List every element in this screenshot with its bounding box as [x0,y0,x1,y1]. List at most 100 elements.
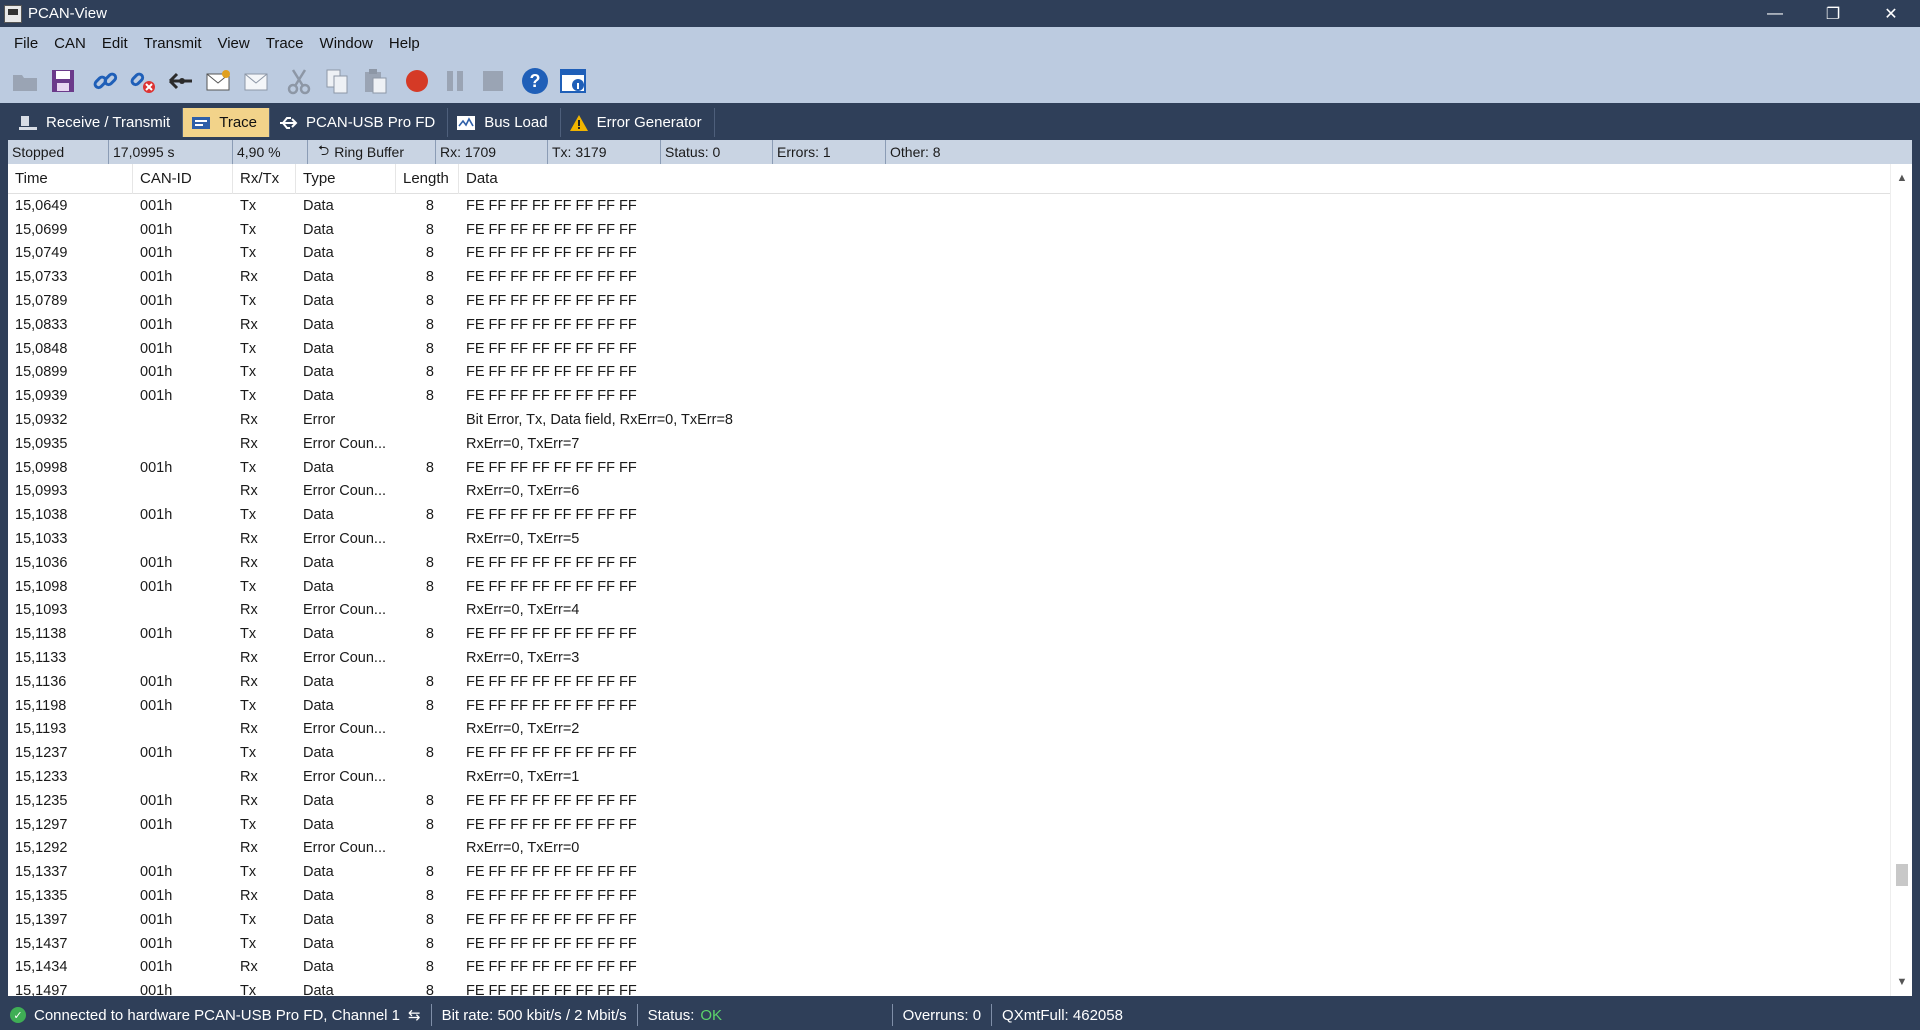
table-row[interactable]: 15,1397 001h Tx Data 8 FE FF FF FF FF FF FF F… [8,908,1888,932]
grid-header: Time CAN-ID Rx/Tx Type Length Data [8,164,1912,194]
column-data[interactable]: Data [459,164,1889,194]
row-rx-tx: Tx [240,388,257,405]
table-row[interactable]: 15,0699 001h Tx Data 8 FE FF FF FF FF FF FF F… [8,218,1888,242]
tab-pcan-usb-pro-fd[interactable]: PCAN-USB Pro FD [270,108,449,137]
table-row[interactable]: 15,1033 Rx Error Coun... RxErr=0, TxErr=5 [8,527,1888,551]
row-type: Data [303,935,334,952]
column-type[interactable]: Type [296,164,396,194]
table-row[interactable]: 15,1193 Rx Error Coun... RxErr=0, TxErr=2 [8,718,1888,742]
table-row[interactable]: 15,1038 001h Tx Data 8 FE FF FF FF FF FF FF F… [8,503,1888,527]
tab-receive-transmit[interactable]: Receive / Transmit [10,108,184,137]
table-row[interactable]: 15,1235 001h Rx Data 8 FE FF FF FF FF FF FF F… [8,789,1888,813]
reset-button[interactable] [162,63,200,99]
table-row[interactable]: 15,0932 Rx Error Bit Error, Tx, Data field,… [8,408,1888,432]
table-row[interactable]: 15,1093 Rx Error Coun... RxErr=0, TxErr=4 [8,599,1888,623]
edit-message-button[interactable] [238,63,276,99]
scroll-thumb[interactable] [1896,864,1908,886]
row-length: 8 [425,459,434,476]
menu-can[interactable]: CAN [46,35,94,52]
menu-view[interactable]: View [209,35,257,52]
tab-bar: Receive / Transmit Trace PCAN-USB Pro FD… [0,103,1920,137]
table-row[interactable]: 15,1136 001h Rx Data 8 FE FF FF FF FF FF FF F… [8,670,1888,694]
row-data: RxErr=0, TxErr=3 [466,650,580,667]
unlink-icon [130,72,155,93]
menu-help[interactable]: Help [381,35,428,52]
scroll-down-icon[interactable]: ▼ [1891,972,1912,992]
table-row[interactable]: 15,0939 001h Tx Data 8 FE FF FF FF FF FF FF F… [8,384,1888,408]
row-length: 8 [425,197,434,214]
table-row[interactable]: 15,0848 001h Tx Data 8 FE FF FF FF FF FF FF F… [8,337,1888,361]
table-row[interactable]: 15,0733 001h Rx Data 8 FE FF FF FF FF FF FF F… [8,265,1888,289]
column-can-id[interactable]: CAN-ID [133,164,233,194]
table-row[interactable]: 15,1335 001h Rx Data 8 FE FF FF FF FF FF FF F… [8,884,1888,908]
scroll-up-icon[interactable]: ▲ [1891,168,1912,188]
stop-button[interactable] [474,63,512,99]
menu-transmit[interactable]: Transmit [136,35,210,52]
column-time[interactable]: Time [8,164,133,194]
receive-transmit-icon [18,114,38,132]
row-rx-tx: Tx [240,197,257,214]
window-title: PCAN-View [28,5,107,22]
table-row[interactable]: 15,0935 Rx Error Coun... RxErr=0, TxErr=7 [8,432,1888,456]
record-button[interactable] [398,63,436,99]
about-button[interactable] [554,63,592,99]
open-button[interactable] [6,63,44,99]
trace-rows: 15,0649 001h Tx Data 8 FE FF FF FF FF FF FF F… [8,194,1888,996]
table-row[interactable]: 15,1138 001h Tx Data 8 FE FF FF FF FF FF FF F… [8,622,1888,646]
tab-trace[interactable]: Trace [183,108,271,137]
disconnect-button[interactable] [124,63,162,99]
menu-edit[interactable]: Edit [94,35,136,52]
row-can-id: 001h [140,626,173,643]
connect-button[interactable] [86,63,124,99]
table-row[interactable]: 15,0899 001h Tx Data 8 FE FF FF FF FF FF FF F… [8,361,1888,385]
table-row[interactable]: 15,1337 001h Tx Data 8 FE FF FF FF FF FF FF F… [8,860,1888,884]
cut-button[interactable] [280,63,318,99]
restore-button[interactable]: ❐ [1804,0,1862,27]
menu-window[interactable]: Window [312,35,381,52]
row-rx-tx: Tx [240,507,257,524]
pause-button[interactable] [436,63,474,99]
trace-grid[interactable]: Time CAN-ID Rx/Tx Type Length Data 15,06… [8,164,1912,996]
table-row[interactable]: 15,1198 001h Tx Data 8 FE FF FF FF FF FF FF F… [8,694,1888,718]
save-button[interactable] [44,63,82,99]
row-can-id: 001h [140,816,173,833]
row-time: 15,0848 [15,340,68,357]
table-row[interactable]: 15,0749 001h Tx Data 8 FE FF FF FF FF FF FF F… [8,242,1888,266]
table-row[interactable]: 15,0833 001h Rx Data 8 FE FF FF FF FF FF FF F… [8,313,1888,337]
table-row[interactable]: 15,1237 001h Tx Data 8 FE FF FF FF FF FF FF F… [8,741,1888,765]
ring-buffer-label: Ring Buffer [334,144,404,160]
minimize-button[interactable]: — [1746,0,1804,27]
column-rx-tx[interactable]: Rx/Tx [233,164,296,194]
table-row[interactable]: 15,1233 Rx Error Coun... RxErr=0, TxErr=1 [8,765,1888,789]
tab-bus-load[interactable]: Bus Load [448,108,561,137]
table-row[interactable]: 15,0649 001h Tx Data 8 FE FF FF FF FF FF FF F… [8,194,1888,218]
table-row[interactable]: 15,1497 001h Tx Data 8 FE FF FF FF FF FF FF F… [8,979,1888,996]
row-data: FE FF FF FF FF FF FF FF [466,364,637,381]
table-row[interactable]: 15,1098 001h Tx Data 8 FE FF FF FF FF FF FF F… [8,575,1888,599]
column-length[interactable]: Length [396,164,459,194]
table-row[interactable]: 15,1297 001h Tx Data 8 FE FF FF FF FF FF FF F… [8,813,1888,837]
table-row[interactable]: 15,1133 Rx Error Coun... RxErr=0, TxErr=3 [8,646,1888,670]
table-row[interactable]: 15,1036 001h Rx Data 8 FE FF FF FF FF FF FF F… [8,551,1888,575]
new-message-button[interactable] [200,63,238,99]
toolbar: ? [0,59,1920,103]
menu-file[interactable]: File [6,35,46,52]
row-length: 8 [425,983,434,996]
table-row[interactable]: 15,1437 001h Tx Data 8 FE FF FF FF FF FF FF F… [8,932,1888,956]
row-rx-tx: Tx [240,745,257,762]
close-button[interactable]: ✕ [1862,0,1920,27]
table-row[interactable]: 15,1292 Rx Error Coun... RxErr=0, TxErr=0 [8,837,1888,861]
window-info-icon [560,69,586,93]
menu-trace[interactable]: Trace [258,35,312,52]
table-row[interactable]: 15,1434 001h Rx Data 8 FE FF FF FF FF FF FF F… [8,956,1888,980]
table-row[interactable]: 15,0998 001h Tx Data 8 FE FF FF FF FF FF FF F… [8,456,1888,480]
table-row[interactable]: 15,0993 Rx Error Coun... RxErr=0, TxErr=6 [8,480,1888,504]
copy-button[interactable] [318,63,356,99]
vertical-scrollbar[interactable]: ▲ ▼ [1890,164,1912,996]
table-row[interactable]: 15,0789 001h Tx Data 8 FE FF FF FF FF FF FF F… [8,289,1888,313]
tab-error-generator[interactable]: Error Generator [561,108,715,137]
paste-button[interactable] [356,63,394,99]
connection-status: ✓ Connected to hardware PCAN-USB Pro FD,… [0,1004,432,1026]
help-button[interactable]: ? [516,63,554,99]
ring-buffer-button[interactable]: ⮌ Ring Buffer [308,140,436,164]
